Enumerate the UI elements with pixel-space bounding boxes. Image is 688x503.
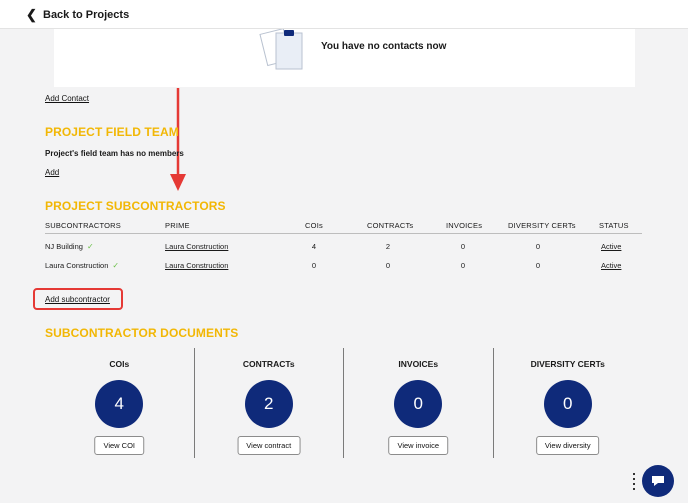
back-to-projects-link[interactable]: ❮ Back to Projects (26, 6, 129, 24)
doc-count-badge: 2 (244, 380, 293, 428)
top-bar: ❮ Back to Projects (0, 0, 688, 29)
prime-link[interactable]: Laura Construction (165, 242, 228, 251)
invoices-count: 0 (460, 242, 466, 251)
contracts-count: 0 (385, 261, 391, 270)
drag-handle-icon[interactable] (632, 473, 637, 490)
view-diversity-button[interactable]: View diversity (535, 436, 600, 455)
status-link[interactable]: Active (601, 242, 621, 251)
table-row: NJ Building ✓ Laura Construction 4 2 0 0 … (45, 238, 642, 257)
cois-count: 0 (311, 261, 317, 270)
view-coi-button[interactable]: View COI (94, 436, 145, 455)
chat-launcher-button[interactable] (642, 465, 674, 497)
column-header: COIs (305, 221, 323, 230)
add-field-team-link[interactable]: Add (45, 168, 59, 177)
doc-card-contracts: CONTRACTs 2 View contract (193, 348, 344, 458)
column-header: DIVERSITY CERTs (508, 221, 576, 230)
documents-title: SUBCONTRACTOR DOCUMENTS (45, 326, 239, 340)
chat-bubble-icon (652, 476, 664, 486)
doc-card-label: DIVERSITY CERTs (530, 359, 605, 369)
table-row: Laura Construction ✓ Laura Construction 0… (45, 257, 642, 276)
table-header: SUBCONTRACTORS PRIME COIs CONTRACTs INVO… (45, 218, 642, 234)
doc-card-label: INVOICEs (398, 359, 439, 369)
contacts-empty-panel: You have no contacts now (54, 29, 635, 87)
doc-count-badge: 4 (95, 380, 144, 428)
clipboard-illustration-icon (259, 29, 303, 70)
subcontractors-title: PROJECT SUBCONTRACTORS (45, 199, 226, 213)
doc-card-label: CONTRACTs (242, 359, 295, 369)
doc-card-label: COIs (109, 359, 130, 369)
contracts-count: 2 (385, 242, 391, 251)
doc-card-cois: COIs 4 View COI (45, 348, 194, 458)
column-header: SUBCONTRACTORS (45, 221, 122, 230)
subcontractor-name: NJ Building (45, 242, 83, 251)
cois-count: 4 (311, 242, 317, 251)
doc-count-badge: 0 (394, 380, 443, 428)
chevron-left-icon: ❮ (26, 7, 37, 22)
column-header: STATUS (599, 221, 629, 230)
doc-card-invoices: INVOICEs 0 View invoice (343, 348, 493, 458)
subcontractors-table: SUBCONTRACTORS PRIME COIs CONTRACTs INVO… (45, 218, 642, 276)
no-contacts-message: You have no contacts now (321, 41, 447, 52)
add-subcontractor-link[interactable]: Add subcontractor (45, 295, 110, 304)
annotation-arrow (170, 88, 186, 191)
column-header: INVOICEs (446, 221, 483, 230)
column-header: CONTRACTs (367, 221, 414, 230)
view-invoice-button[interactable]: View invoice (388, 436, 449, 455)
invoices-count: 0 (460, 261, 466, 270)
diversity-count: 0 (535, 261, 541, 270)
prime-link[interactable]: Laura Construction (165, 261, 228, 270)
status-link[interactable]: Active (601, 261, 621, 270)
checkmark-icon: ✓ (86, 242, 94, 251)
field-team-empty-message: Project's field team has no members (45, 149, 184, 158)
field-team-title: PROJECT FIELD TEAM (45, 125, 179, 139)
subcontractor-name: Laura Construction (45, 261, 109, 270)
documents-summary: COIs 4 View COI CONTRACTs 2 View contrac… (45, 348, 642, 458)
column-header: PRIME (165, 221, 190, 230)
back-label: Back to Projects (43, 9, 130, 21)
diversity-count: 0 (535, 242, 541, 251)
add-contact-link[interactable]: Add Contact (45, 94, 89, 103)
doc-count-badge: 0 (543, 380, 592, 428)
checkmark-icon: ✓ (112, 261, 120, 270)
view-contract-button[interactable]: View contract (237, 436, 301, 455)
doc-card-diversity: DIVERSITY CERTs 0 View diversity (492, 348, 643, 458)
